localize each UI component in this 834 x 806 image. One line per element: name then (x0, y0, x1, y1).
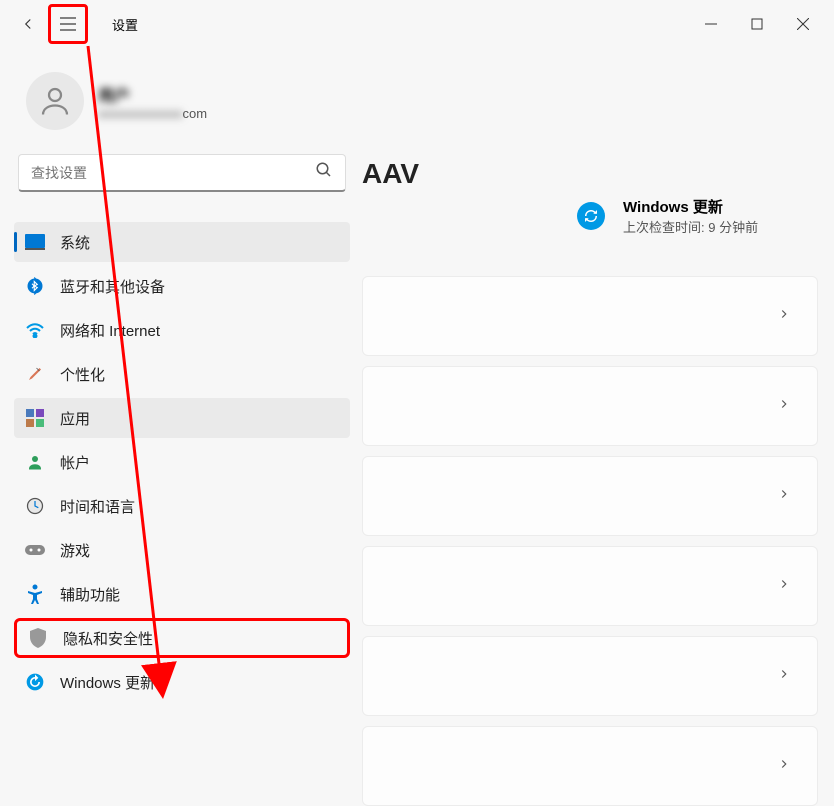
page-title: AAV (362, 158, 818, 190)
chevron-right-icon (777, 757, 791, 776)
sidebar-item-accounts[interactable]: 帐户 (14, 442, 350, 482)
settings-card[interactable] (362, 366, 818, 446)
system-icon (24, 231, 46, 253)
nav-label: Windows 更新 (60, 672, 155, 693)
nav-label: 隐私和安全性 (63, 628, 153, 649)
minimize-button[interactable] (688, 4, 734, 44)
nav-label: 时间和语言 (60, 496, 135, 517)
person-icon (24, 451, 46, 473)
sidebar-item-bluetooth[interactable]: 蓝牙和其他设备 (14, 266, 350, 306)
shield-icon (27, 627, 49, 649)
windows-update-summary[interactable]: Windows 更新 上次检查时间: 9 分钟前 (362, 196, 818, 236)
search-input[interactable] (31, 165, 315, 181)
content-area: AAV Windows 更新 上次检查时间: 9 分钟前 (358, 48, 834, 782)
nav-label: 蓝牙和其他设备 (60, 276, 165, 297)
sidebar-item-time-language[interactable]: 时间和语言 (14, 486, 350, 526)
nav-label: 个性化 (60, 364, 105, 385)
close-button[interactable] (780, 4, 826, 44)
wifi-icon (24, 319, 46, 341)
accessibility-icon (24, 583, 46, 605)
bluetooth-icon (24, 275, 46, 297)
chevron-right-icon (777, 577, 791, 596)
nav-label: 系统 (60, 232, 90, 253)
brush-icon (24, 363, 46, 385)
clock-globe-icon (24, 495, 46, 517)
sidebar-item-windows-update[interactable]: Windows 更新 (14, 662, 350, 702)
settings-card[interactable] (362, 546, 818, 626)
user-account-section[interactable]: 用户 xxxxxxxxxxxxxcom (14, 64, 350, 154)
nav-label: 游戏 (60, 540, 90, 561)
sidebar: 用户 xxxxxxxxxxxxxcom 系统 蓝牙和其他设备 网络和 Inter… (0, 48, 358, 782)
sidebar-item-personalization[interactable]: 个性化 (14, 354, 350, 394)
settings-card[interactable] (362, 636, 818, 716)
apps-icon (24, 407, 46, 429)
avatar (26, 72, 84, 130)
sidebar-item-gaming[interactable]: 游戏 (14, 530, 350, 570)
nav-label: 辅助功能 (60, 584, 120, 605)
nav-label: 应用 (60, 408, 90, 429)
user-email: xxxxxxxxxxxxxcom (98, 106, 207, 121)
search-icon (315, 161, 333, 184)
sidebar-item-privacy[interactable]: 隐私和安全性 (14, 618, 350, 658)
sidebar-item-apps[interactable]: 应用 (14, 398, 350, 438)
sync-icon (577, 202, 605, 230)
update-subtitle: 上次检查时间: 9 分钟前 (623, 217, 758, 236)
settings-card[interactable] (362, 456, 818, 536)
chevron-right-icon (777, 307, 791, 326)
settings-card[interactable] (362, 726, 818, 806)
user-name: 用户 (98, 82, 207, 106)
app-title: 设置 (112, 15, 138, 34)
nav-label: 帐户 (60, 452, 90, 473)
sidebar-item-network[interactable]: 网络和 Internet (14, 310, 350, 350)
back-button[interactable] (8, 4, 48, 44)
update-title: Windows 更新 (623, 196, 758, 217)
update-icon (24, 671, 46, 693)
sidebar-item-accessibility[interactable]: 辅助功能 (14, 574, 350, 614)
chevron-right-icon (777, 397, 791, 416)
hamburger-button[interactable] (48, 4, 88, 44)
chevron-right-icon (777, 667, 791, 686)
gamepad-icon (24, 539, 46, 561)
search-box[interactable] (18, 154, 346, 192)
settings-card[interactable] (362, 276, 818, 356)
sidebar-item-system[interactable]: 系统 (14, 222, 350, 262)
chevron-right-icon (777, 487, 791, 506)
nav-label: 网络和 Internet (60, 320, 160, 341)
maximize-button[interactable] (734, 4, 780, 44)
